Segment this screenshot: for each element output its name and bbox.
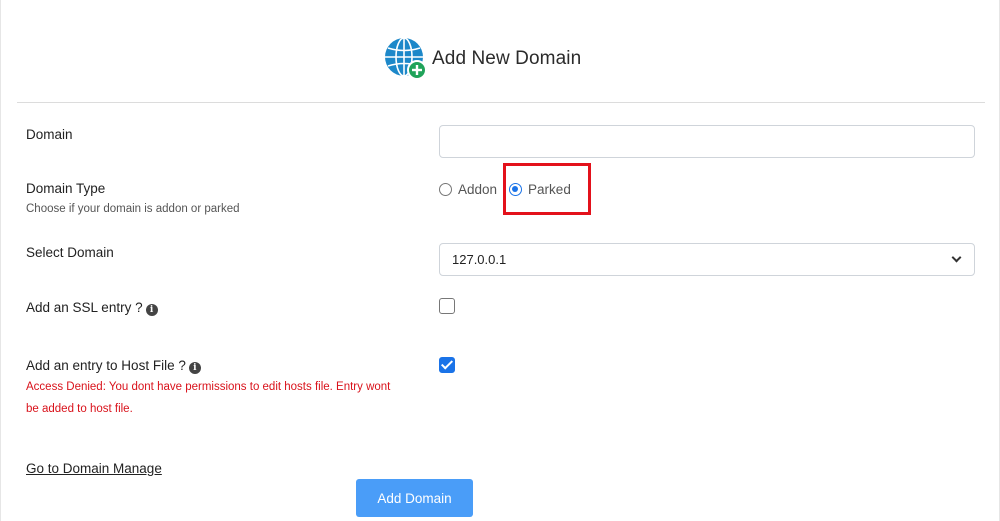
ssl-label: Add an SSL entry ? <box>26 300 143 315</box>
host-file-checkbox[interactable] <box>439 357 455 373</box>
host-file-error: Access Denied: You dont have permissions… <box>26 381 391 415</box>
add-domain-button[interactable]: Add Domain <box>356 479 473 517</box>
radio-addon[interactable] <box>439 182 452 196</box>
chevron-down-icon <box>951 252 962 263</box>
info-icon[interactable]: i <box>145 304 158 316</box>
highlight-box <box>503 163 591 215</box>
select-domain-dropdown[interactable]: 127.0.0.1 <box>439 243 975 276</box>
host-file-label-row: Add an entry to Host File ? i <box>26 358 201 374</box>
ssl-checkbox[interactable] <box>439 298 455 314</box>
domain-label: Domain <box>26 127 73 142</box>
domain-type-label: Domain Type <box>26 181 106 196</box>
header-title-group: Add New Domain <box>384 37 581 81</box>
domain-type-help: Choose if your domain is addon or parked <box>26 203 240 215</box>
info-icon[interactable]: i <box>188 362 201 374</box>
select-domain-label: Select Domain <box>26 245 114 260</box>
radio-addon-label[interactable]: Addon <box>458 182 497 197</box>
domain-manage-link[interactable]: Go to Domain Manage <box>26 461 162 476</box>
page-title: Add New Domain <box>432 48 582 69</box>
panel-header: Add New Domain <box>17 0 985 103</box>
ssl-label-row: Add an SSL entry ? i <box>26 300 158 316</box>
add-domain-panel: Add New Domain Domain Domain Type Choose… <box>0 0 1000 521</box>
host-file-label: Add an entry to Host File ? <box>26 358 186 373</box>
select-domain-value: 127.0.0.1 <box>452 252 507 267</box>
domain-input[interactable] <box>439 125 975 158</box>
globe-add-icon <box>384 37 428 81</box>
